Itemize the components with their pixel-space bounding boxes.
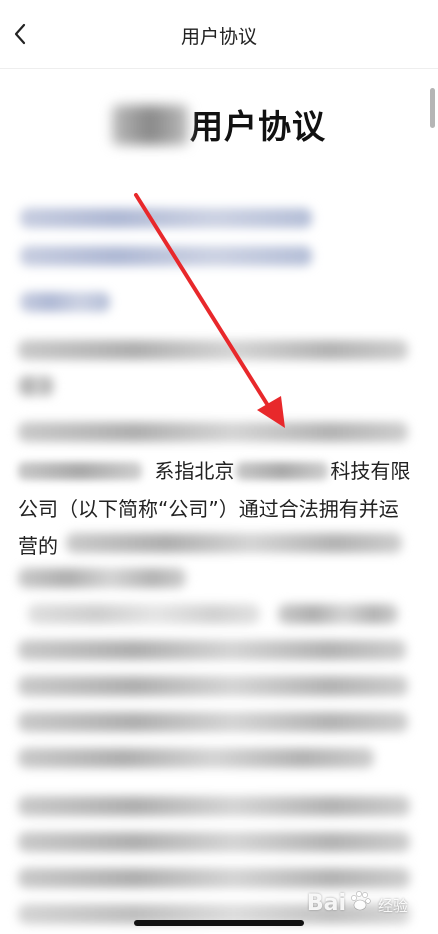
app-frame: 用户协议 用户协议 系指北京 科技有限 公司（以下简称“公司”）通过合法拥有并运 …: [0, 0, 438, 934]
paw-icon: [351, 891, 371, 911]
watermark-sub: 经验: [377, 897, 408, 915]
watermark-brand: Bai: [306, 891, 346, 916]
watermark: Bai 经验: [307, 889, 408, 916]
home-indicator[interactable]: [134, 920, 304, 926]
annotation-arrow-icon: [134, 193, 285, 428]
